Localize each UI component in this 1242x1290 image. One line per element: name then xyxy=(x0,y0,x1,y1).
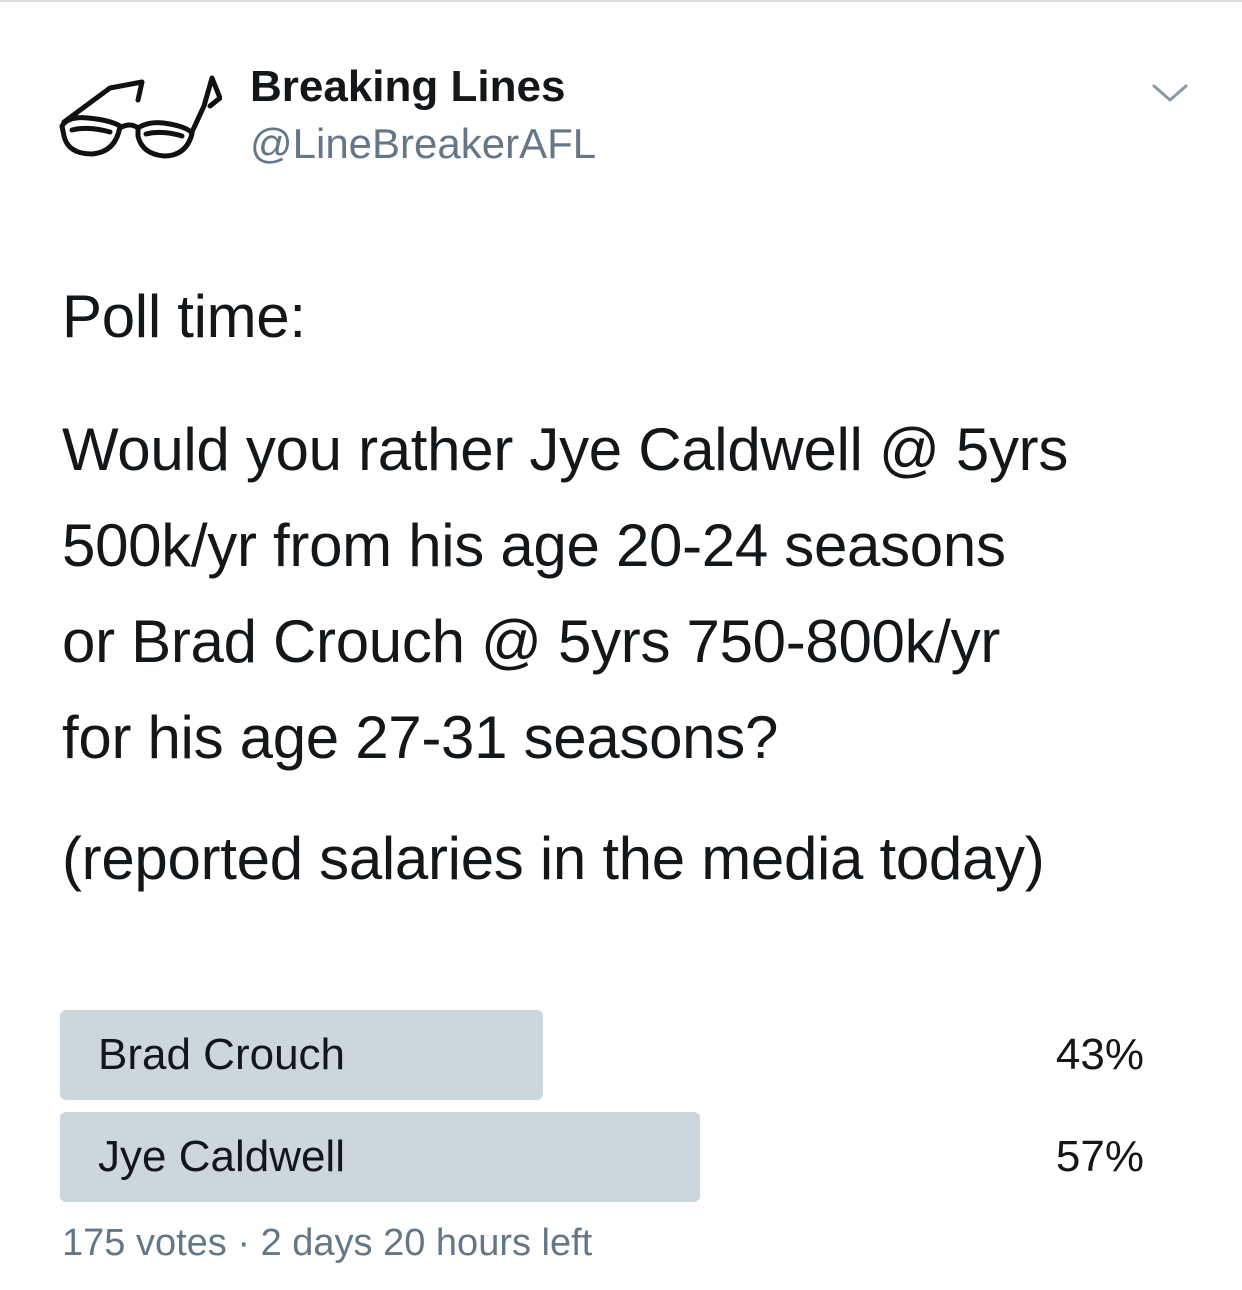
tweet-question: Would you rather Jye Caldwell @ 5yrs 500… xyxy=(62,402,1192,786)
tweet-question-line: for his age 27-31 seasons? xyxy=(62,704,779,771)
tweet-note: (reported salaries in the media today) xyxy=(62,825,1045,892)
user-handle[interactable]: @LineBreakerAFL xyxy=(250,120,596,168)
poll-time-left: 2 days 20 hours left xyxy=(260,1222,593,1264)
poll-option-percent: 57% xyxy=(1055,1132,1144,1181)
tweet-question-line: or Brad Crouch @ 5yrs 750-800k/yr xyxy=(62,608,1001,675)
poll-option-percent: 43% xyxy=(1055,1030,1144,1079)
poll-meta: 175 votes · 2 days 20 hours left xyxy=(62,1222,592,1265)
display-name[interactable]: Breaking Lines xyxy=(250,62,565,112)
tweet-intro: Poll time: xyxy=(62,283,306,350)
chevron-down-icon[interactable] xyxy=(1150,78,1190,108)
tweet-question-line: 500k/yr from his age 20-24 seasons xyxy=(62,512,1006,579)
poll-option-label: Jye Caldwell xyxy=(98,1132,345,1181)
top-divider xyxy=(0,0,1242,2)
poll-option-jye-caldwell[interactable]: Jye Caldwell 57% xyxy=(60,1112,1150,1202)
glasses-icon[interactable] xyxy=(58,70,222,162)
poll-option-brad-crouch[interactable]: Brad Crouch 43% xyxy=(60,1010,1150,1100)
poll: Brad Crouch 43% Jye Caldwell 57% xyxy=(60,1010,1150,1214)
poll-vote-count: 175 votes xyxy=(62,1222,227,1264)
poll-separator: · xyxy=(237,1222,251,1264)
poll-option-label: Brad Crouch xyxy=(98,1030,346,1079)
tweet-question-line: Would you rather Jye Caldwell @ 5yrs xyxy=(62,416,1069,483)
